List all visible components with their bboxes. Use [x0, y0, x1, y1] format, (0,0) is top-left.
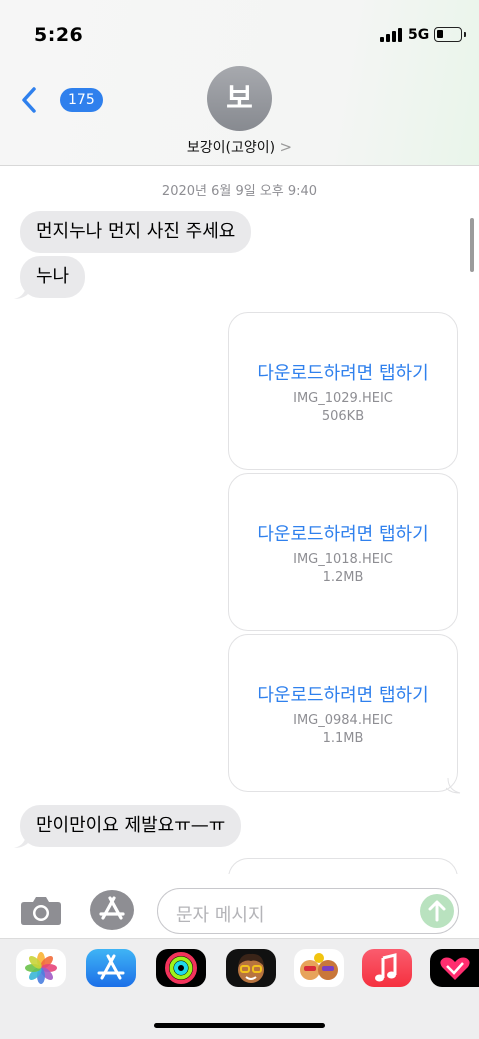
heart-app-button[interactable]	[430, 949, 479, 987]
app-store-button[interactable]	[90, 890, 134, 930]
message-input-bar: 문자 메시지	[0, 874, 479, 938]
chevron-right-icon: >	[279, 138, 293, 156]
music-icon	[375, 953, 397, 982]
battery-icon	[434, 27, 466, 42]
bubble-tail	[446, 778, 461, 794]
heart-app-icon	[440, 957, 470, 980]
attachment-download[interactable]: 다운로드하려면 탭하기 IMG_1018.HEIC 1.2MB	[228, 473, 458, 631]
contact-name: 보강이(고양이)	[186, 140, 276, 156]
attachment-filename: IMG_1029.HEIC	[293, 391, 393, 406]
message-timestamp: 2020년 6월 9일 오후 9:40	[161, 184, 318, 199]
activity-app-button[interactable]	[156, 949, 206, 987]
cellular-signal-icon	[380, 28, 402, 42]
chevron-left-icon	[22, 87, 36, 113]
contact-avatar[interactable]: 보	[207, 66, 272, 131]
attachment-filename: IMG_1018.HEIC	[293, 552, 393, 567]
bubble-tail	[14, 284, 28, 299]
memoji-app-button[interactable]	[226, 949, 276, 987]
bubble-tail	[14, 833, 28, 848]
attachment-size: 1.2MB	[322, 570, 364, 585]
memoji-stickers-icon	[300, 953, 338, 980]
download-label: 다운로드하려면 탭하기	[257, 685, 429, 706]
memoji-icon	[238, 953, 264, 983]
status-time: 5:26	[34, 24, 84, 46]
download-label: 다운로드하려면 탭하기	[257, 524, 429, 545]
incoming-message[interactable]: 먼지누나 먼지 사진 주세요	[20, 211, 252, 253]
incoming-message[interactable]: 누나	[20, 256, 86, 298]
arrow-up-icon	[428, 900, 446, 922]
scrollbar[interactable]	[470, 218, 474, 272]
attachment-size: 1.1MB	[322, 731, 364, 746]
app-store-icon	[97, 954, 125, 980]
message-placeholder: 문자 메시지	[176, 905, 265, 926]
attachment-size: 506KB	[321, 409, 365, 424]
unread-count-badge: 175	[60, 88, 103, 112]
camera-icon[interactable]	[20, 894, 62, 926]
back-button[interactable]: 175	[20, 86, 103, 114]
photos-icon	[25, 952, 57, 984]
message-input[interactable]: 문자 메시지	[157, 888, 459, 934]
attachment-filename: IMG_0984.HEIC	[293, 713, 393, 728]
conversation-header: 5:26 5G 175 보 보강이(고양이) >	[0, 0, 479, 166]
app-store-icon	[99, 896, 125, 920]
contact-name-button[interactable]: 보강이(고양이) >	[0, 137, 479, 157]
music-app-button[interactable]	[362, 949, 412, 987]
app-drawer	[0, 938, 479, 1039]
memoji-stickers-app-button[interactable]	[294, 949, 344, 987]
photos-app-button[interactable]	[16, 949, 66, 987]
app-store-app-button[interactable]	[86, 949, 136, 987]
send-button[interactable]	[420, 894, 454, 928]
incoming-message[interactable]: 만이만이요 제발요ㅠ—ㅠ	[20, 805, 242, 847]
attachment-download[interactable]: 다운로드하려면 탭하기 IMG_0984.HEIC 1.1MB	[228, 634, 458, 792]
download-label: 다운로드하려면 탭하기	[257, 363, 429, 384]
network-type: 5G	[408, 27, 430, 43]
attachment-download[interactable]: 다운로드하려면 탭하기 IMG_1029.HEIC 506KB	[228, 312, 458, 470]
home-indicator[interactable]	[154, 1023, 325, 1028]
activity-icon	[165, 952, 197, 984]
